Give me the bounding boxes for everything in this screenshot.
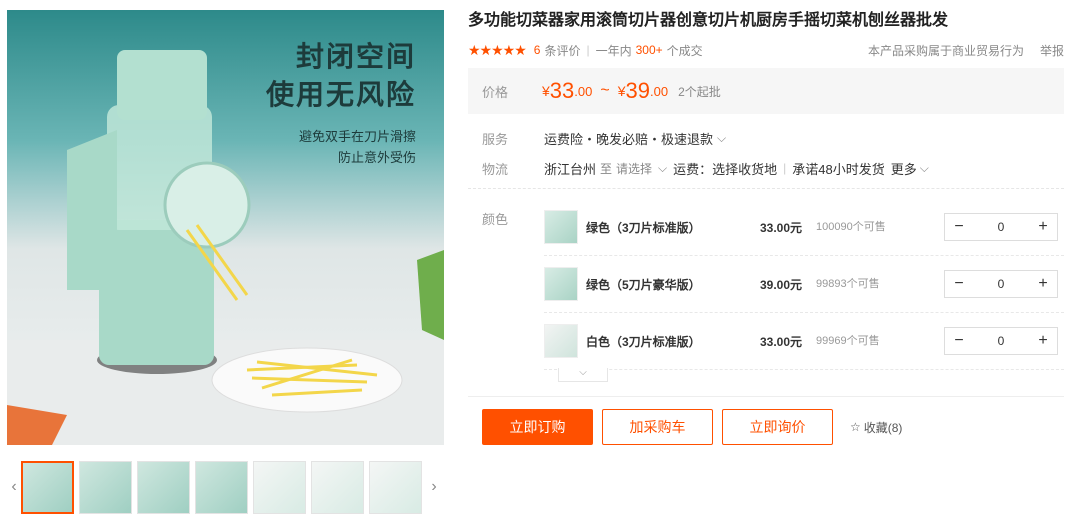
variant-stock: 99893个可售 xyxy=(816,277,880,290)
price-low-currency: ¥ xyxy=(542,83,550,99)
thumbnail-5[interactable] xyxy=(253,460,306,514)
product-meta: ★★★★★ 6 条评价 | 一年内 300+ 个成交 本产品采购属于商业贸易行为… xyxy=(468,40,1064,60)
sales-prefix: 一年内 xyxy=(595,43,632,58)
sales-suffix: 个成交 xyxy=(666,43,703,58)
product-gallery: 封闭空间 使用无风险 避免双手在刀片滑擦 防止意外受伤 ‹ › xyxy=(7,10,444,514)
thumbnail-6[interactable] xyxy=(311,460,364,514)
chevron-down-icon[interactable]: ⌵ xyxy=(717,131,726,146)
logistics-label: 物流 xyxy=(482,161,509,177)
logistics-origin: 浙江台州 xyxy=(544,161,597,177)
expand-variants-toggle[interactable]: ⌵ xyxy=(558,368,608,382)
thumbnail-strip: ‹ › xyxy=(7,460,444,514)
product-illustration xyxy=(7,50,444,445)
thumbnail-2[interactable] xyxy=(79,460,132,514)
price-label: 价格 xyxy=(482,84,509,100)
price-high-currency: ¥ xyxy=(617,83,626,99)
plus-button[interactable]: + xyxy=(1029,328,1057,354)
quantity-input[interactable]: 0 xyxy=(973,220,1029,234)
variant-price: 33.00元 xyxy=(760,334,803,349)
inquire-button[interactable]: 立即询价 xyxy=(722,409,833,445)
logistics-row: 物流 浙江台州 至 请选择 ⌵ 运费：选择收货地 | 承诺48小时发货 更多 ⌵ xyxy=(468,158,1064,178)
trade-note: 本产品采购属于商业贸易行为 xyxy=(867,43,1024,58)
price-low-dec: .00 xyxy=(574,83,593,99)
freight-text: 运费：选择收货地 xyxy=(673,161,778,177)
quantity-input[interactable]: 0 xyxy=(973,334,1029,348)
minus-button[interactable]: − xyxy=(945,328,973,354)
price-low-int: 33 xyxy=(549,78,575,103)
favorite-count[interactable]: 收藏(8) xyxy=(864,419,903,436)
quantity-stepper: − 0 + xyxy=(944,327,1058,355)
quantity-input[interactable]: 0 xyxy=(973,277,1029,291)
thumbnail-3[interactable] xyxy=(137,460,190,514)
variant-row: 白色（3刀片标准版） 33.00元 99969个可售 − 0 + xyxy=(544,313,1064,370)
thumb-prev-arrow[interactable]: ‹ xyxy=(7,478,21,496)
logistics-separator: | xyxy=(783,161,787,175)
variant-row: 绿色（5刀片豪华版） 39.00元 99893个可售 − 0 + xyxy=(544,256,1064,313)
plus-button[interactable]: + xyxy=(1029,271,1057,297)
product-title: 多功能切菜器家用滚筒切片器创意切片机厨房手摇切菜机刨丝器批发 xyxy=(468,12,949,29)
product-info: 多功能切菜器家用滚筒切片器创意切片机厨房手摇切菜机刨丝器批发 ★★★★★ 6 条… xyxy=(468,10,1064,445)
quantity-stepper: − 0 + xyxy=(944,213,1058,241)
review-count[interactable]: 6 xyxy=(534,43,541,57)
variant-thumbnail[interactable] xyxy=(544,267,578,301)
more-link[interactable]: 更多 xyxy=(891,159,917,178)
variant-thumbnail[interactable] xyxy=(544,324,578,358)
variant-row: 绿色（3刀片标准版） 33.00元 100090个可售 − 0 + xyxy=(544,199,1064,256)
main-product-image[interactable]: 封闭空间 使用无风险 避免双手在刀片滑擦 防止意外受伤 xyxy=(7,10,444,445)
variant-name: 绿色（5刀片豪华版） xyxy=(586,277,701,292)
chevron-down-icon[interactable]: ⌵ xyxy=(920,161,929,176)
order-now-button[interactable]: 立即订购 xyxy=(482,409,593,445)
variant-name: 白色（3刀片标准版） xyxy=(586,334,701,349)
logistics-to: 至 xyxy=(600,161,613,176)
section-divider xyxy=(468,188,1064,189)
price-range-sep: ~ xyxy=(600,82,610,99)
destination-select[interactable]: 请选择 xyxy=(616,160,652,177)
thumb-next-arrow[interactable]: › xyxy=(427,478,441,496)
meta-separator: | xyxy=(586,43,590,57)
color-label: 颜色 xyxy=(482,212,509,227)
plus-button[interactable]: + xyxy=(1029,214,1057,240)
thumbnail-1[interactable] xyxy=(21,460,74,514)
report-link[interactable]: 举报 xyxy=(1040,42,1064,59)
chevron-down-icon[interactable]: ⌵ xyxy=(658,161,667,176)
review-label[interactable]: 条评价 xyxy=(544,42,580,59)
minus-button[interactable]: − xyxy=(945,271,973,297)
add-to-cart-button[interactable]: 加采购车 xyxy=(602,409,713,445)
thumbnail-4[interactable] xyxy=(195,460,248,514)
variant-price: 33.00元 xyxy=(760,220,803,235)
minus-button[interactable]: − xyxy=(945,214,973,240)
price-high-int: 39 xyxy=(625,78,650,103)
rating-stars-icon: ★★★★★ xyxy=(468,41,527,58)
price-high-dec: .00 xyxy=(649,83,669,99)
min-order-qty: 2个起批 xyxy=(678,84,721,99)
service-text[interactable]: 运费险・晚发必赔・极速退款 xyxy=(544,129,713,148)
sales-count: 300+ xyxy=(635,43,663,57)
quantity-stepper: − 0 + xyxy=(944,270,1058,298)
variant-selector: 颜色 绿色（3刀片标准版） 33.00元 100090个可售 − 0 + 绿色（… xyxy=(468,199,1064,384)
price-box: 价格 ¥ 33 .00 ~ ¥ 39 .00 2个起批 xyxy=(468,68,1064,114)
thumbnail-7[interactable] xyxy=(369,460,422,514)
action-bar: 立即订购 加采购车 立即询价 ☆ 收藏(8) xyxy=(468,396,1064,445)
service-label: 服务 xyxy=(482,131,509,147)
favorite-icon[interactable]: ☆ xyxy=(850,420,861,434)
variant-name: 绿色（3刀片标准版） xyxy=(586,220,701,235)
variant-stock: 99969个可售 xyxy=(816,334,880,347)
variant-stock: 100090个可售 xyxy=(816,220,886,233)
variant-thumbnail[interactable] xyxy=(544,210,578,244)
shipping-promise: 承诺48小时发货 xyxy=(792,161,885,177)
service-row: 服务 运费险・晚发必赔・极速退款 ⌵ xyxy=(468,128,1064,148)
variant-price: 39.00元 xyxy=(760,277,803,292)
